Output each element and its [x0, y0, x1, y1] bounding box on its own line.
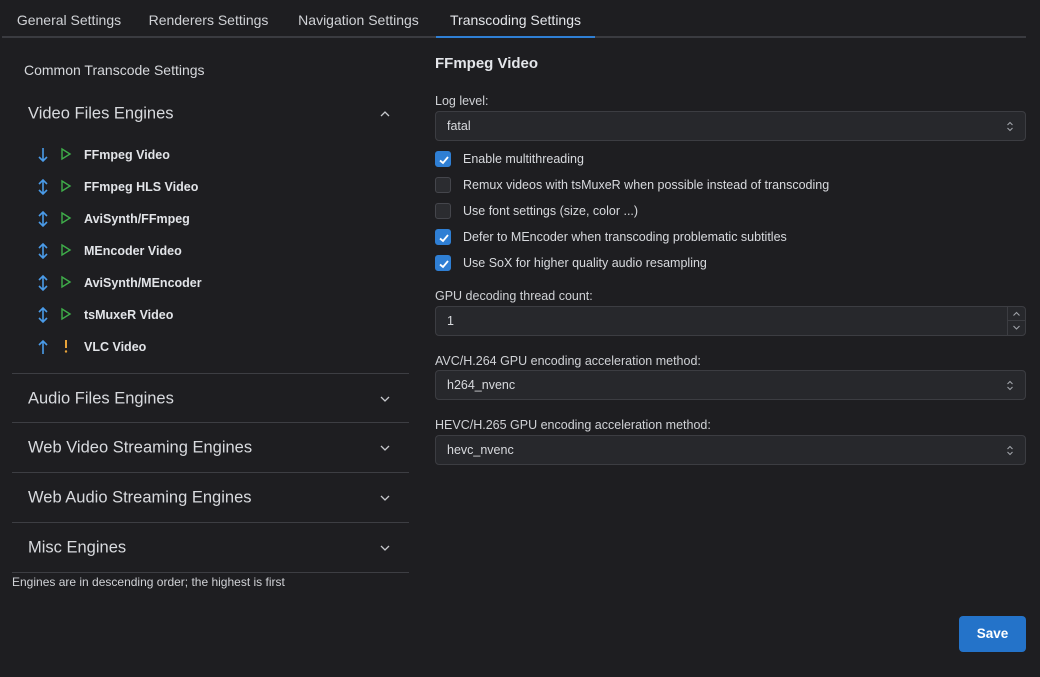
- play-icon: [61, 243, 72, 257]
- chevron-down-icon: [380, 495, 390, 501]
- log-level-label: Log level:: [435, 94, 489, 108]
- section-misc-engines: Misc Engines: [12, 524, 409, 572]
- engine-vlc-video[interactable]: VLC Video: [28, 334, 388, 360]
- gpu-thread-count-input[interactable]: 1: [435, 306, 1026, 336]
- checkbox-checked[interactable]: [435, 255, 451, 271]
- select-arrows-icon: [1007, 380, 1013, 391]
- engine-name: FFmpeg HLS Video: [84, 180, 199, 194]
- checkbox-remux-tsmuxer[interactable]: Remux videos with tsMuxeR when possible …: [435, 176, 1025, 194]
- increment-button[interactable]: [1008, 307, 1025, 321]
- select-value: h264_nvenc: [447, 378, 516, 392]
- tab-general-settings[interactable]: General Settings: [2, 0, 136, 38]
- checkbox-unchecked[interactable]: [435, 203, 451, 219]
- divider: [12, 472, 409, 473]
- avc-method-select[interactable]: h264_nvenc: [435, 370, 1026, 400]
- section-web-audio-streaming-engines: Web Audio Streaming Engines: [12, 474, 409, 522]
- common-transcode-settings-link[interactable]: Common Transcode Settings: [24, 62, 205, 78]
- arrow-up-down-icon[interactable]: [36, 242, 50, 260]
- engine-ffmpeg-video[interactable]: FFmpeg Video: [28, 142, 388, 168]
- section-video-files-engines: Video Files Engines: [12, 90, 409, 138]
- chevron-down-icon: [380, 396, 390, 402]
- engine-name: FFmpeg Video: [84, 148, 170, 162]
- checkbox-label: Use SoX for higher quality audio resampl…: [463, 256, 707, 270]
- decrement-button[interactable]: [1008, 321, 1025, 335]
- engine-tsmuxer-video[interactable]: tsMuxeR Video: [28, 302, 388, 328]
- chevron-down-icon: [380, 445, 390, 451]
- play-icon: [61, 307, 72, 321]
- tab-navigation-settings[interactable]: Navigation Settings: [281, 0, 436, 38]
- chevron-down-icon: [380, 545, 390, 551]
- checkbox-checked[interactable]: [435, 151, 451, 167]
- settings-tab-bar: General Settings Renderers Settings Navi…: [2, 0, 1026, 38]
- save-button[interactable]: Save: [959, 616, 1026, 652]
- engine-avisynth-ffmpeg[interactable]: AviSynth/FFmpeg: [28, 206, 388, 232]
- arrow-up-down-icon[interactable]: [36, 274, 50, 292]
- chevron-up-icon: [1013, 311, 1020, 316]
- checkbox-enable-multithreading[interactable]: Enable multithreading: [435, 150, 1025, 168]
- section-label: Web Video Streaming Engines: [28, 438, 253, 457]
- select-arrows-icon: [1007, 445, 1013, 456]
- select-value: fatal: [447, 119, 471, 133]
- checkbox-defer-to-mencoder[interactable]: Defer to MEncoder when transcoding probl…: [435, 228, 1025, 246]
- engine-avisynth-mencoder[interactable]: AviSynth/MEncoder: [28, 270, 388, 296]
- engine-name: MEncoder Video: [84, 244, 182, 258]
- arrow-down-icon[interactable]: [36, 146, 50, 164]
- arrow-up-icon[interactable]: [36, 338, 50, 356]
- arrow-up-down-icon[interactable]: [36, 178, 50, 196]
- engine-name: AviSynth/FFmpeg: [84, 212, 190, 226]
- checkbox-label: Remux videos with tsMuxeR when possible …: [463, 178, 830, 192]
- section-web-video-streaming-engines: Web Video Streaming Engines: [12, 424, 409, 472]
- play-icon: [61, 211, 72, 225]
- engine-mencoder-video[interactable]: MEncoder Video: [28, 238, 388, 264]
- play-icon: [61, 179, 72, 193]
- section-label: Web Audio Streaming Engines: [28, 488, 252, 507]
- divider: [12, 572, 409, 573]
- misc-engines-header[interactable]: Misc Engines: [12, 524, 409, 572]
- log-level-select[interactable]: fatal: [435, 111, 1026, 141]
- checkbox-use-sox[interactable]: Use SoX for higher quality audio resampl…: [435, 254, 1025, 272]
- tab-transcoding-settings[interactable]: Transcoding Settings: [436, 0, 595, 38]
- video-files-engines-header[interactable]: Video Files Engines: [12, 90, 409, 138]
- audio-files-engines-header[interactable]: Audio Files Engines: [12, 375, 409, 423]
- divider: [12, 373, 409, 374]
- number-spinner: [1007, 307, 1025, 335]
- select-arrows-icon: [1007, 121, 1013, 132]
- input-value: 1: [447, 314, 454, 328]
- chevron-down-icon: [1013, 325, 1020, 330]
- hevc-method-select[interactable]: hevc_nvenc: [435, 435, 1026, 465]
- section-audio-files-engines: Audio Files Engines: [12, 375, 409, 423]
- divider: [12, 422, 409, 423]
- section-label: Misc Engines: [28, 538, 127, 557]
- checkbox-label: Use font settings (size, color ...): [463, 204, 639, 218]
- engine-ffmpeg-hls-video[interactable]: FFmpeg HLS Video: [28, 174, 388, 200]
- section-label: Audio Files Engines: [28, 389, 174, 408]
- engine-settings-title: FFmpeg Video: [435, 55, 539, 72]
- web-video-streaming-engines-header[interactable]: Web Video Streaming Engines: [12, 424, 409, 472]
- checkbox-label: Defer to MEncoder when transcoding probl…: [463, 230, 787, 244]
- engine-name: VLC Video: [84, 340, 147, 354]
- warning-icon: [64, 340, 68, 353]
- hevc-method-label: HEVC/H.265 GPU encoding acceleration met…: [435, 418, 711, 432]
- select-value: hevc_nvenc: [447, 443, 514, 457]
- arrow-up-down-icon[interactable]: [36, 306, 50, 324]
- play-icon: [61, 275, 72, 289]
- engine-name: tsMuxeR Video: [84, 308, 174, 322]
- avc-method-label: AVC/H.264 GPU encoding acceleration meth…: [435, 354, 701, 368]
- engine-name: AviSynth/MEncoder: [84, 276, 202, 290]
- checkbox-use-font-settings[interactable]: Use font settings (size, color ...): [435, 202, 1025, 220]
- chevron-up-icon: [380, 111, 390, 117]
- web-audio-streaming-engines-header[interactable]: Web Audio Streaming Engines: [12, 474, 409, 522]
- gpu-thread-count-label: GPU decoding thread count:: [435, 289, 593, 303]
- section-label: Video Files Engines: [28, 104, 174, 123]
- checkbox-label: Enable multithreading: [463, 152, 584, 166]
- engines-order-note: Engines are in descending order; the hig…: [12, 575, 285, 589]
- arrow-up-down-icon[interactable]: [36, 210, 50, 228]
- tab-renderers-settings[interactable]: Renderers Settings: [136, 0, 281, 38]
- divider: [12, 522, 409, 523]
- checkbox-checked[interactable]: [435, 229, 451, 245]
- checkbox-unchecked[interactable]: [435, 177, 451, 193]
- play-icon: [61, 147, 72, 161]
